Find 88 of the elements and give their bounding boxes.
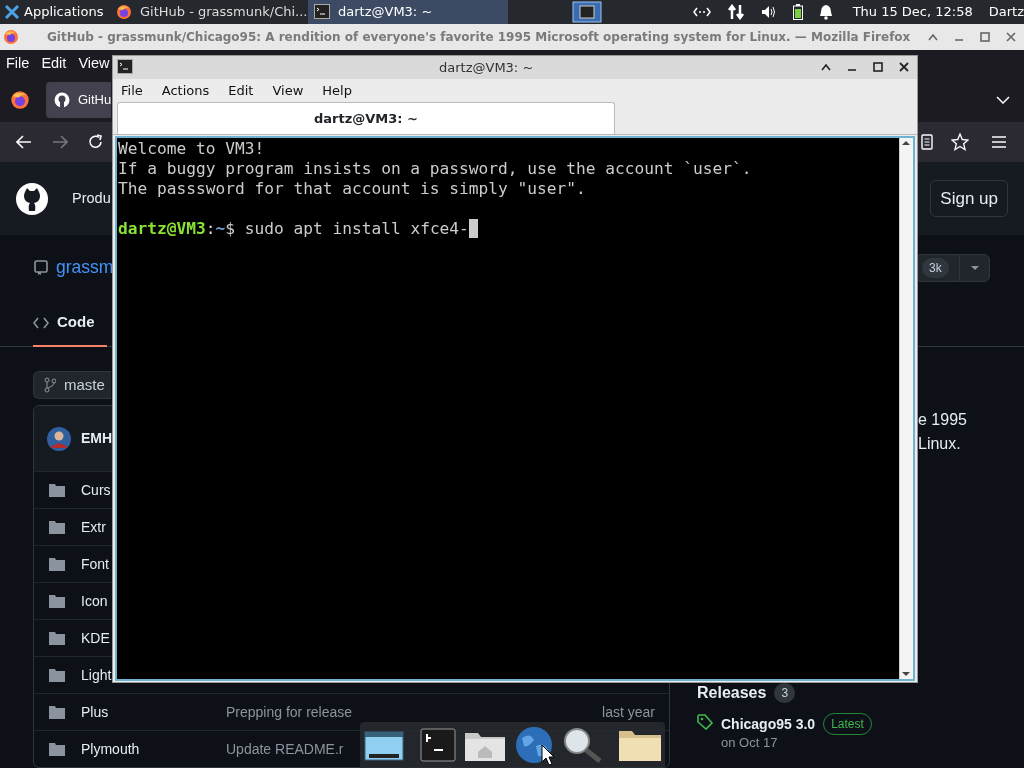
folder-icon — [49, 705, 65, 719]
section-heading[interactable]: Releases — [697, 681, 767, 705]
task-button[interactable]: GitHub - grassmunk/Chi... — [110, 0, 308, 24]
commit-author[interactable]: EMH — [81, 428, 113, 449]
network-icon[interactable] — [692, 6, 711, 18]
collapse-icon[interactable] — [821, 63, 831, 72]
mouse-pointer-icon — [541, 744, 555, 766]
menu-item[interactable]: Help — [322, 81, 352, 101]
window-title: dartz@VM3: ~ — [439, 58, 534, 77]
file-name-link[interactable]: Icon — [81, 592, 108, 609]
file-name-link[interactable]: Font — [81, 555, 109, 572]
firefox-icon — [10, 90, 30, 110]
code-icon — [33, 316, 49, 329]
about-text: Linux. — [918, 434, 962, 454]
star-icon[interactable] — [951, 133, 969, 151]
battery-icon[interactable] — [792, 4, 803, 20]
terminal-icon — [314, 4, 330, 20]
release-count: 3 — [774, 683, 796, 703]
folder-icon[interactable] — [618, 728, 662, 762]
file-name-link[interactable]: Extr — [81, 518, 106, 535]
folder-icon — [49, 594, 65, 608]
applications-menu[interactable]: Applications — [0, 2, 110, 22]
commit-message-link[interactable]: Prepping for release — [226, 701, 353, 723]
file-name-link[interactable]: KDE — [81, 629, 110, 646]
menu-icon[interactable] — [991, 135, 1007, 149]
github-icon — [54, 92, 70, 108]
folder-icon — [49, 742, 65, 756]
text-cursor — [468, 218, 478, 238]
caret-icon — [970, 265, 979, 270]
avatar-icon — [47, 426, 71, 451]
repository-link[interactable]: grassm — [56, 254, 114, 281]
tab-list-chevron-icon[interactable] — [996, 96, 1010, 104]
star-count: 3k — [922, 257, 949, 278]
user-name[interactable]: Dartz — [988, 2, 1024, 22]
scroll-down-icon[interactable] — [900, 669, 912, 679]
workspace-icon[interactable] — [572, 1, 602, 23]
menu-item[interactable]: Edit — [228, 81, 254, 101]
github-logo-icon[interactable] — [16, 182, 48, 215]
folder-icon — [49, 557, 65, 571]
browser-tab[interactable]: GitHu — [46, 82, 111, 118]
terminal-icon[interactable] — [420, 728, 456, 762]
repository-tab[interactable]: Code — [33, 300, 107, 347]
clock[interactable]: Thu 15 Dec, 12:58 — [852, 2, 973, 22]
folder-icon — [49, 520, 65, 534]
branch-icon — [44, 377, 56, 393]
transfer-icon[interactable] — [726, 4, 745, 20]
release-link[interactable]: Chicago95 3.0 — [721, 713, 816, 735]
branch-button[interactable]: maste — [33, 371, 111, 399]
notification-bell-icon[interactable] — [818, 4, 833, 20]
scrollbar[interactable] — [899, 137, 913, 679]
file-name-link[interactable]: Plus — [81, 703, 109, 720]
file-name-link[interactable]: Plymouth — [81, 740, 140, 757]
folder-icon — [49, 668, 65, 682]
volume-icon[interactable] — [760, 5, 777, 19]
file-name-link[interactable]: Light — [81, 666, 112, 683]
firefox-icon — [116, 4, 132, 20]
commit-message-link[interactable]: Update README.r — [226, 738, 344, 760]
close-icon[interactable] — [899, 62, 909, 73]
terminal-tab[interactable]: dartz@VM3: ~ — [117, 101, 615, 134]
menu-item[interactable]: File — [6, 53, 30, 75]
window-title: GitHub - grassmunk/Chicago95: A rendition of everyone's favorite 1995 Microsoft operating system for Linux. — Mozilla Firefox — [47, 29, 911, 46]
terminal-icon — [117, 59, 133, 76]
sign-up-button[interactable]: Sign up — [930, 179, 1008, 218]
menu-item[interactable]: View — [78, 53, 110, 75]
menu-item[interactable]: File — [121, 81, 143, 101]
xfce-icon — [4, 4, 20, 20]
terminal-output: Welcome to VM3! If a buggy program insists on a password, use the account `user`. The passsword for that account is simply "user". dartz@VM3:~$ sudo apt install xfce4- — [117, 137, 899, 679]
reload-icon[interactable] — [88, 134, 104, 150]
menu-item[interactable]: View — [272, 81, 304, 101]
commit-time: last year — [602, 702, 655, 722]
menu-item[interactable]: Actions — [161, 81, 210, 101]
about-text: e 1995 — [918, 410, 968, 430]
release-date: on Oct 17 — [721, 734, 779, 752]
repository-icon — [34, 259, 48, 276]
task-button[interactable]: dartz@VM3: ~ — [308, 0, 508, 24]
maximize-icon[interactable] — [873, 62, 883, 73]
back-arrow-icon[interactable] — [16, 135, 32, 149]
file-name-link[interactable]: Curs — [81, 481, 111, 498]
star-button-group[interactable]: 3k — [915, 253, 990, 282]
firefox-icon — [3, 29, 19, 45]
window-icon[interactable] — [364, 728, 404, 762]
reader-view-icon[interactable] — [921, 134, 933, 150]
folder-icon — [49, 631, 65, 645]
folder-icon — [49, 483, 65, 497]
menu-item[interactable]: Edit — [41, 53, 67, 75]
tag-icon — [697, 714, 713, 730]
search-icon[interactable] — [562, 727, 602, 763]
nav-link[interactable]: Produ — [72, 187, 111, 210]
